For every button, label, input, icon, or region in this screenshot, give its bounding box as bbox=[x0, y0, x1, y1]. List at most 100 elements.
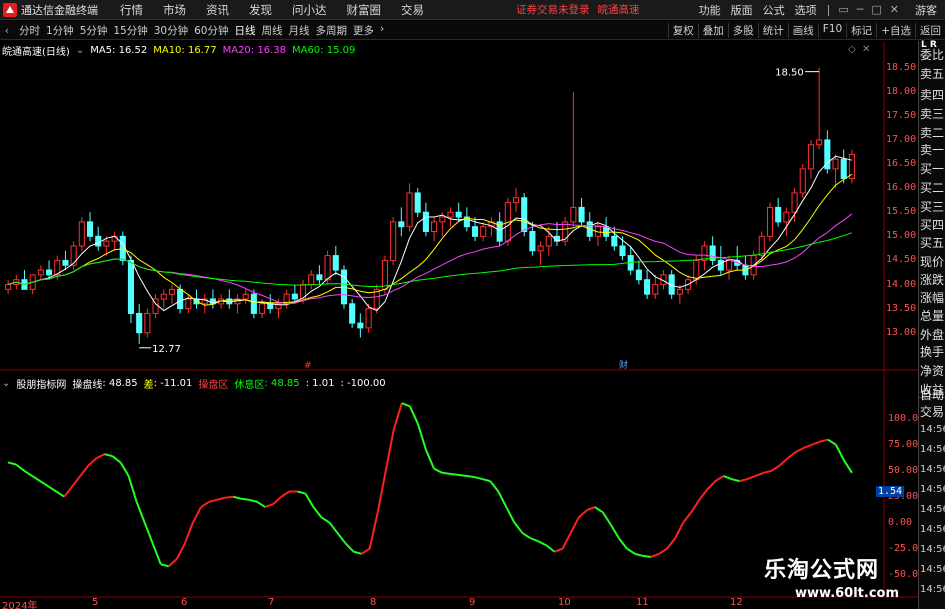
candle[interactable] bbox=[111, 231, 118, 251]
candle[interactable] bbox=[70, 241, 77, 271]
candle[interactable] bbox=[86, 212, 94, 242]
candle[interactable] bbox=[21, 270, 28, 290]
candle[interactable] bbox=[136, 303, 143, 344]
candle[interactable] bbox=[168, 284, 175, 304]
candle[interactable] bbox=[603, 217, 610, 242]
chevron-down-icon[interactable]: ⌄ bbox=[2, 378, 10, 389]
candle[interactable] bbox=[398, 207, 405, 237]
candle[interactable] bbox=[390, 217, 397, 266]
quote-field-11[interactable]: 现价 bbox=[920, 253, 944, 270]
quote-field-6[interactable]: 买一 bbox=[920, 160, 944, 177]
candle[interactable] bbox=[775, 197, 782, 227]
side-tab-1[interactable]: 交易 bbox=[920, 403, 944, 420]
candle[interactable] bbox=[537, 241, 544, 266]
candle[interactable] bbox=[717, 245, 724, 275]
quote-field-3[interactable]: 卖三 bbox=[920, 105, 944, 122]
candle[interactable] bbox=[832, 154, 839, 189]
candle[interactable] bbox=[848, 149, 855, 184]
candle[interactable] bbox=[422, 202, 429, 237]
chart-canvas[interactable]: 18.50 12.77 # 财 bbox=[0, 0, 918, 609]
quote-field-17[interactable]: 净资 bbox=[920, 362, 944, 379]
candle[interactable] bbox=[308, 270, 315, 290]
quote-field-7[interactable]: 买二 bbox=[920, 179, 944, 196]
quote-field-4[interactable]: 卖二 bbox=[920, 124, 944, 141]
candle[interactable] bbox=[242, 289, 249, 304]
candle[interactable] bbox=[37, 265, 44, 280]
quote-field-0[interactable]: 委比 bbox=[920, 46, 944, 63]
candle[interactable] bbox=[742, 255, 749, 280]
quote-field-15[interactable]: 外盘 bbox=[920, 326, 944, 343]
candle[interactable] bbox=[480, 221, 487, 242]
candle[interactable] bbox=[29, 274, 36, 295]
candle[interactable] bbox=[734, 245, 741, 271]
quote-field-13[interactable]: 涨幅 bbox=[920, 289, 944, 306]
candle[interactable] bbox=[799, 164, 806, 198]
candle[interactable] bbox=[62, 250, 69, 271]
candle[interactable] bbox=[324, 250, 331, 285]
candle[interactable] bbox=[5, 279, 12, 295]
candle[interactable] bbox=[234, 294, 241, 314]
candle[interactable] bbox=[357, 313, 364, 338]
candle[interactable] bbox=[127, 255, 135, 324]
quote-field-1[interactable]: 卖五 bbox=[920, 65, 944, 82]
candle[interactable] bbox=[250, 289, 257, 319]
indicator-segment bbox=[706, 480, 717, 491]
diamond-icon[interactable]: ◇ bbox=[848, 44, 856, 55]
event-marker-finance[interactable]: 财 bbox=[619, 359, 628, 371]
quote-field-5[interactable]: 卖一 bbox=[920, 141, 944, 158]
candle[interactable] bbox=[627, 245, 634, 275]
candle[interactable] bbox=[414, 188, 421, 218]
candle[interactable] bbox=[447, 207, 454, 227]
candle[interactable] bbox=[95, 226, 102, 251]
candle[interactable] bbox=[586, 212, 593, 242]
candle[interactable] bbox=[766, 202, 774, 242]
quote-field-10[interactable]: 买五 bbox=[920, 234, 944, 251]
candle[interactable] bbox=[512, 188, 520, 213]
candle[interactable] bbox=[644, 270, 651, 299]
candle[interactable] bbox=[709, 236, 716, 266]
candle[interactable] bbox=[349, 298, 356, 328]
quote-field-2[interactable]: 卖四 bbox=[920, 86, 944, 103]
candle[interactable] bbox=[185, 294, 192, 314]
candle[interactable] bbox=[332, 245, 339, 275]
candle[interactable] bbox=[78, 217, 85, 251]
candle[interactable] bbox=[807, 139, 814, 179]
candle[interactable] bbox=[635, 260, 642, 285]
candle[interactable] bbox=[144, 308, 151, 338]
candle[interactable] bbox=[553, 221, 561, 246]
candle[interactable] bbox=[816, 67, 823, 150]
quote-field-8[interactable]: 买三 bbox=[920, 198, 944, 215]
candle[interactable] bbox=[611, 226, 618, 251]
indicator-tick: 75.00 bbox=[888, 438, 919, 450]
close-small-icon[interactable]: ✕ bbox=[862, 44, 870, 55]
candle[interactable] bbox=[283, 289, 290, 309]
candle[interactable] bbox=[455, 202, 462, 222]
quote-field-14[interactable]: 总量 bbox=[920, 307, 944, 324]
candle[interactable] bbox=[824, 130, 831, 174]
quote-field-12[interactable]: 涨跌 bbox=[920, 271, 944, 288]
candle[interactable] bbox=[316, 265, 323, 285]
indicator-segment bbox=[232, 495, 242, 500]
candle[interactable] bbox=[783, 207, 790, 237]
event-marker-red[interactable]: # bbox=[304, 361, 312, 371]
candle[interactable] bbox=[152, 294, 159, 319]
candle[interactable] bbox=[652, 274, 659, 299]
toolbar-button-8[interactable]: 返回 bbox=[915, 22, 945, 38]
indicator-segment bbox=[23, 469, 33, 477]
chevron-down-icon[interactable]: ⌄ bbox=[76, 45, 84, 56]
candle[interactable] bbox=[406, 183, 413, 232]
candle[interactable] bbox=[578, 197, 585, 227]
quote-field-9[interactable]: 买四 bbox=[920, 216, 944, 233]
candle[interactable] bbox=[472, 217, 479, 242]
candle[interactable] bbox=[570, 91, 577, 227]
candle[interactable] bbox=[431, 217, 438, 242]
candle[interactable] bbox=[562, 217, 569, 246]
guest-label[interactable]: 游客 bbox=[915, 2, 937, 18]
candle[interactable] bbox=[209, 289, 216, 309]
quote-field-16[interactable]: 换手 bbox=[920, 343, 944, 360]
candle[interactable] bbox=[160, 289, 167, 309]
side-tab-0[interactable]: 自动 bbox=[920, 386, 944, 403]
candle[interactable] bbox=[226, 289, 233, 309]
candle[interactable] bbox=[201, 294, 208, 314]
candle[interactable] bbox=[365, 303, 372, 333]
